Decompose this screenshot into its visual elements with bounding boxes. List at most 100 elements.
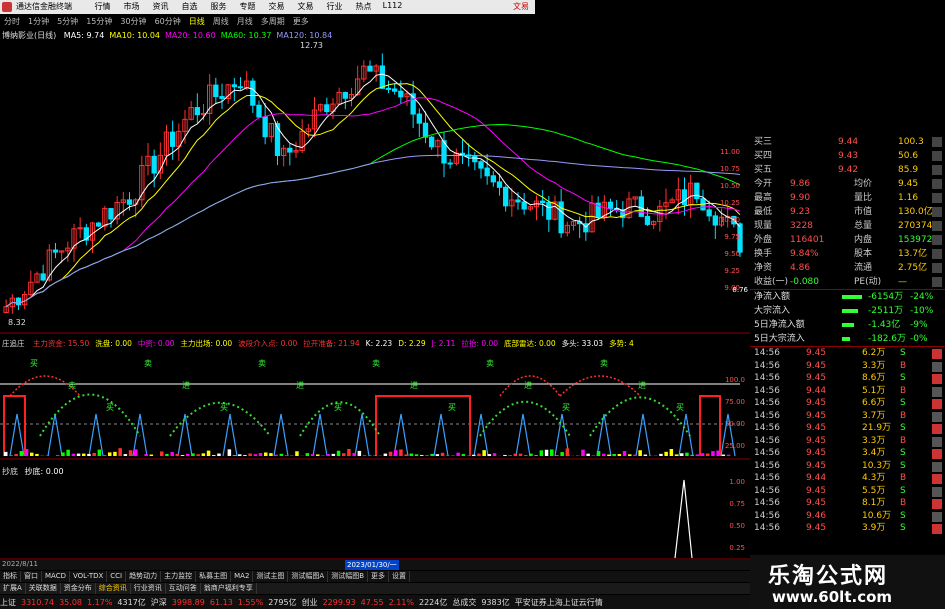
stat-value: 1.16 — [898, 193, 919, 203]
volume-bar — [269, 453, 273, 456]
indicator-tab-1[interactable]: 窗口 — [21, 571, 42, 582]
bid-volume: 85.9 — [898, 165, 919, 175]
side-icon[interactable] — [932, 207, 942, 217]
period-tab-0[interactable]: 分时 — [0, 16, 24, 27]
indicator-tab-8[interactable]: MA2 — [231, 571, 254, 582]
ext-tab-2[interactable]: 资金分布 — [61, 583, 96, 594]
tick-time: 14:56 — [754, 373, 780, 383]
menu-7[interactable]: 文易 — [291, 1, 320, 12]
menu-2[interactable]: 资讯 — [146, 1, 175, 12]
ext-tab-0[interactable]: 扩展A — [0, 583, 26, 594]
menu-8[interactable]: 行业 — [320, 1, 349, 12]
side-icon[interactable] — [932, 361, 942, 372]
indicator-tab-9[interactable]: 测试主图 — [253, 571, 289, 582]
indicator-tab-2[interactable]: MACD — [42, 571, 70, 582]
side-icon[interactable] — [932, 193, 942, 203]
indicator-tab-13[interactable]: 设置 — [389, 571, 411, 582]
side-icon[interactable] — [932, 486, 942, 497]
indicator-tab-6[interactable]: 主力监控 — [161, 571, 197, 582]
bid-row: 买三 9.44 100.3 — [750, 135, 945, 149]
tick-volume: 10.6万 — [862, 510, 892, 521]
volume-bar — [357, 450, 362, 456]
side-icon[interactable] — [932, 249, 942, 259]
ext-tab-6[interactable]: 翁商户福利专享 — [201, 583, 257, 594]
price-chart[interactable]: 12.73 8.32 11.00 10.75 10.50 10.25 10.00 9.75 9.… — [0, 28, 750, 334]
side-icon[interactable] — [932, 449, 942, 459]
ext-tab-4[interactable]: 行业资讯 — [131, 583, 166, 594]
tick-time: 14:56 — [754, 498, 780, 508]
period-tab-8[interactable]: 月线 — [233, 16, 257, 27]
indicator-tab-4[interactable]: CCI — [107, 571, 127, 582]
ext-tab-5[interactable]: 互动问答 — [166, 583, 201, 594]
menu-3[interactable]: 自选 — [175, 1, 204, 12]
side-icon[interactable] — [932, 424, 942, 434]
volume-bar — [576, 455, 580, 456]
candle-body — [262, 116, 268, 138]
tick-side: S — [900, 448, 906, 458]
price-axis-tick: 10.00 — [720, 216, 740, 224]
side-icon[interactable] — [932, 277, 942, 287]
menu-6[interactable]: 交易 — [262, 1, 291, 12]
period-tab-10[interactable]: 更多 — [289, 16, 313, 27]
side-icon[interactable] — [932, 436, 942, 447]
period-tab-7[interactable]: 周线 — [209, 16, 233, 27]
menu-4[interactable]: 服务 — [204, 1, 233, 12]
bottom-signal-chart[interactable]: 1.00 0.75 0.50 0.25 — [0, 464, 750, 560]
stat-value: 9.84% — [790, 249, 819, 259]
indicator-tab-0[interactable]: 指标 — [0, 571, 21, 582]
menu-1[interactable]: 市场 — [117, 1, 146, 12]
side-icon[interactable] — [932, 399, 942, 409]
side-icon[interactable] — [932, 165, 942, 175]
side-icon[interactable] — [932, 235, 942, 245]
side-icon[interactable] — [932, 221, 942, 231]
period-tab-6[interactable]: 日线 — [185, 16, 209, 27]
tick-time: 14:56 — [754, 448, 780, 458]
ind-legend-12: 多势: 4 — [609, 339, 634, 348]
period-tab-9[interactable]: 多周期 — [257, 16, 289, 27]
tick-time: 14:56 — [754, 523, 780, 533]
ext-tab-1[interactable]: 关联数据 — [26, 583, 61, 594]
indicator-tab-7[interactable]: 私募主图 — [196, 571, 232, 582]
menu-9[interactable]: 热点 — [349, 1, 378, 12]
side-icon[interactable] — [932, 499, 942, 509]
side-icon[interactable] — [932, 179, 942, 189]
volume-bar — [565, 448, 570, 456]
period-tab-3[interactable]: 15分钟 — [82, 16, 116, 27]
candle-body — [472, 155, 478, 163]
wave-triangle — [9, 413, 25, 457]
main-menu: 行情 市场 资讯 自选 服务 专题 交易 文易 行业 热点 L112 — [88, 1, 407, 12]
tick-side: S — [900, 373, 906, 383]
side-icon[interactable] — [932, 137, 942, 147]
side-icon[interactable] — [932, 374, 942, 384]
ext-tab-3[interactable]: 综合资讯 — [96, 583, 131, 594]
flow-bar — [842, 323, 854, 327]
period-tab-2[interactable]: 5分钟 — [53, 16, 82, 27]
indicator-tab-12[interactable]: 更多 — [368, 571, 390, 582]
side-icon[interactable] — [932, 386, 942, 397]
indicator-tab-11[interactable]: 测试幅图B — [328, 571, 369, 582]
side-icon[interactable] — [932, 461, 942, 472]
side-icon[interactable] — [932, 349, 942, 359]
indicator-tab-5[interactable]: 趋势动力 — [126, 571, 162, 582]
volume-bar — [409, 453, 414, 456]
side-icon[interactable] — [932, 474, 942, 484]
menu-10[interactable]: L112 — [378, 1, 407, 12]
menu-0[interactable]: 行情 — [88, 1, 117, 12]
side-icon[interactable] — [932, 263, 942, 273]
side-icon[interactable] — [932, 411, 942, 422]
indicator-tab-10[interactable]: 测试幅图A — [288, 571, 329, 582]
period-tab-4[interactable]: 30分钟 — [116, 16, 150, 27]
indicator-chart[interactable]: 100.075.0050.0025.00买卖买卖进买卖进买卖进买卖进买卖进买 — [0, 336, 750, 460]
side-icon[interactable] — [932, 151, 942, 161]
volume-bar — [264, 452, 268, 456]
account-label[interactable]: 文易 — [513, 1, 529, 12]
period-tab-1[interactable]: 1分钟 — [24, 16, 53, 27]
indicator-tab-3[interactable]: VOL-TDX — [70, 571, 108, 582]
status-item-15: 总成交 — [452, 597, 477, 607]
side-icon[interactable] — [932, 524, 942, 534]
side-icon[interactable] — [932, 511, 942, 522]
tick-price: 9.45 — [806, 460, 827, 471]
bid-row: 买五 9.42 85.9 — [750, 163, 945, 177]
period-tab-5[interactable]: 60分钟 — [151, 16, 185, 27]
menu-5[interactable]: 专题 — [233, 1, 262, 12]
